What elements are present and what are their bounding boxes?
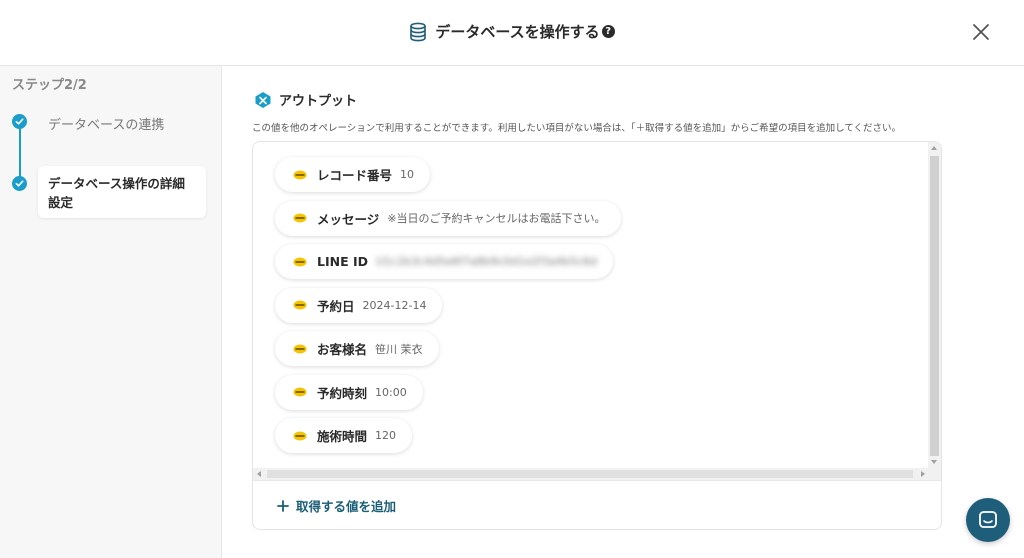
field-token-icon (293, 213, 307, 223)
output-item-row: 予約日 2024-12-14 (275, 287, 929, 332)
output-item-row: メッセージ ※当日のご予約キャンセルはお電話下さい。 (275, 200, 929, 245)
step-1-label[interactable]: データベースの連携 (48, 114, 164, 133)
output-icon (255, 91, 271, 108)
output-item-label: メッセージ (317, 211, 380, 227)
output-item-value: 笹川 茉衣 (375, 342, 423, 356)
help-icon[interactable]: ? (601, 25, 615, 38)
output-description: この値を他のオペレーションで利用することができます。利用したい項目がない場合は、… (252, 123, 902, 134)
output-item-value: 2024-12-14 (362, 298, 427, 312)
chat-support-button[interactable] (966, 498, 1010, 542)
horizontal-scrollbar[interactable] (253, 468, 929, 480)
scroll-up-icon[interactable] (931, 146, 937, 150)
vertical-scrollbar[interactable] (928, 142, 941, 480)
step-1-check-icon (12, 114, 27, 129)
scroll-down-icon[interactable] (931, 460, 937, 464)
plus-icon (277, 499, 289, 512)
output-item-row: LINE ID U1c2b3c4d5e6f7a8b9c0d1e2f3a4b5c6d (275, 244, 929, 288)
field-token-icon (293, 344, 307, 353)
step-counter: ステップ2/2 (12, 78, 87, 93)
output-item-value: U1c2b3c4d5e6f7a8b9c0d1e2f3a4b5c6d (376, 255, 597, 268)
page-title: データベースを操作する (435, 23, 600, 41)
output-item-pill[interactable]: 施術時間 120 (275, 418, 413, 453)
output-title: アウトプット (279, 94, 358, 109)
output-item-label: LINE ID (317, 254, 368, 269)
output-item-label: 予約日 (317, 298, 355, 314)
steps-sidebar: ステップ2/2 データベースの連携 データベース操作の詳細設定 (0, 66, 222, 558)
output-item-row: 予約時刻 10:00 (275, 374, 929, 419)
output-item-pill[interactable]: 予約日 2024-12-14 (275, 287, 443, 323)
add-output-value-label: 取得する値を追加 (296, 499, 397, 514)
output-item-row: お客様名 笹川 茉衣 (275, 331, 929, 375)
field-token-icon (293, 300, 307, 310)
step-2-label[interactable]: データベース操作の詳細設定 (38, 166, 206, 218)
output-item-value: 10 (400, 168, 415, 181)
output-item-row: 施術時間 120 (275, 418, 929, 462)
output-list: レコード番号 10 メッセージ ※当日のご予約キャンセルはお電話下さい。 LINE ID… (253, 142, 929, 468)
field-token-icon (293, 431, 307, 440)
output-item-label: 予約時刻 (317, 385, 368, 401)
output-item-pill[interactable]: LINE ID U1c2b3c4d5e6f7a8b9c0d1e2f3a4b5c6d (275, 244, 613, 279)
scroll-left-icon[interactable] (257, 471, 261, 477)
close-icon[interactable] (972, 23, 990, 41)
scroll-right-icon[interactable] (921, 471, 925, 477)
field-token-icon (293, 387, 307, 397)
output-item-row: レコード番号 10 (275, 157, 929, 201)
header-title-group: データベースを操作する ? (0, 21, 1024, 42)
output-item-pill[interactable]: メッセージ ※当日のご予約キャンセルはお電話下さい。 (275, 200, 622, 236)
output-panel: レコード番号 10 メッセージ ※当日のご予約キャンセルはお電話下さい。 LINE ID… (252, 141, 942, 530)
output-item-value: ※当日のご予約キャンセルはお電話下さい。 (387, 212, 606, 225)
horizontal-scroll-thumb[interactable] (267, 470, 913, 478)
step-2-check-icon (12, 176, 27, 191)
output-item-value: 120 (375, 429, 397, 442)
output-item-value: 10:00 (375, 385, 407, 399)
database-icon (410, 22, 427, 41)
modal-header: データベースを操作する ? (0, 0, 1024, 66)
chat-icon (979, 511, 997, 528)
main-content: アウトプット この値を他のオペレーションで利用することができます。利用したい項目… (222, 66, 1024, 558)
add-output-value-button[interactable]: 取得する値を追加 (277, 496, 396, 515)
field-token-icon (293, 257, 307, 266)
output-item-pill[interactable]: 予約時刻 10:00 (275, 374, 423, 410)
output-item-label: レコード番号 (317, 168, 393, 183)
panel-divider (253, 480, 941, 481)
output-item-pill[interactable]: お客様名 笹川 茉衣 (275, 331, 439, 366)
field-token-icon (293, 170, 307, 179)
output-item-pill[interactable]: レコード番号 10 (275, 157, 431, 192)
vertical-scroll-thumb[interactable] (930, 156, 939, 456)
output-heading: アウトプット (254, 90, 357, 109)
output-item-label: お客様名 (317, 342, 368, 357)
output-item-label: 施術時間 (317, 429, 368, 444)
